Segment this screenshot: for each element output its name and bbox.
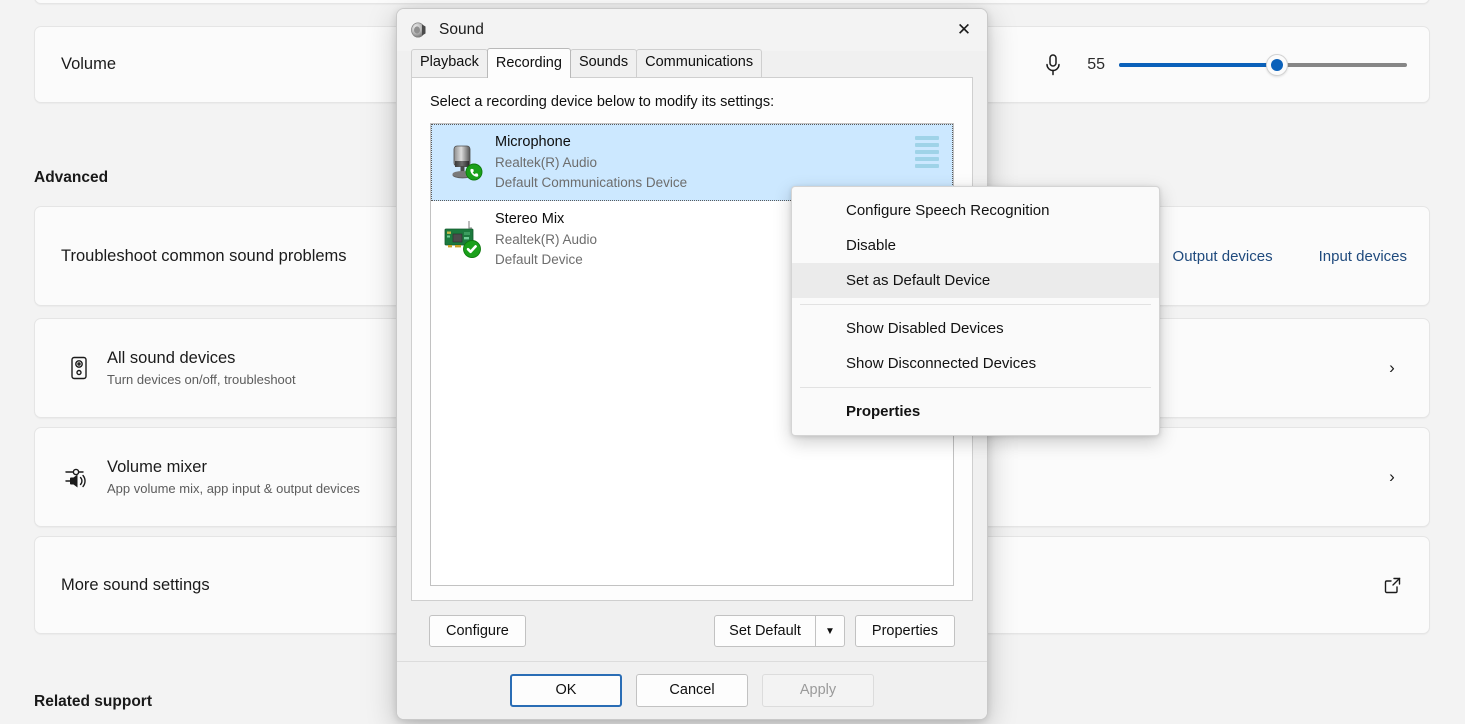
device-name: Microphone [495,134,571,150]
speaker-icon [409,20,429,40]
properties-button[interactable]: Properties [854,615,955,647]
device-description: Realtek(R) Audio [495,155,598,171]
dialog-tabs: Playback Recording Sounds Communications [397,48,987,78]
external-link-icon[interactable] [1377,576,1407,595]
troubleshoot-title: Troubleshoot common sound problems [61,246,347,265]
menu-item-set-as-default-device[interactable]: Set as Default Device [792,263,1159,298]
menu-separator [800,387,1151,388]
volume-mixer-icon [61,464,97,490]
cancel-button[interactable]: Cancel [636,674,748,707]
volume-slider-fill [1119,62,1278,67]
card-above-clipped [34,0,1430,4]
volume-slider-thumb[interactable] [1266,53,1289,76]
tab-recording[interactable]: Recording [486,48,571,78]
dialog-footer: OK Cancel Apply [397,661,987,719]
configure-button[interactable]: Configure [429,615,526,647]
dialog-title: Sound [439,21,484,38]
menu-item-show-disabled-devices[interactable]: Show Disabled Devices [792,311,1159,346]
advanced-heading: Advanced [34,169,109,186]
dialog-action-buttons: Configure Set Default ▼ Properties [411,601,973,661]
tab-playback[interactable]: Playback [411,49,488,77]
microphone-device-icon [439,138,489,186]
troubleshoot-links: Output devices Input devices [1173,248,1407,265]
device-texts: Microphone Realtek(R) Audio Default Comm… [489,132,915,193]
link-output-devices[interactable]: Output devices [1173,248,1273,265]
volume-slider-group: 55 [1041,52,1407,78]
menu-item-show-disconnected-devices[interactable]: Show Disconnected Devices [792,346,1159,381]
more-sound-settings-title: More sound settings [61,575,210,594]
chevron-right-icon[interactable]: › [1377,467,1407,487]
close-icon[interactable]: ✕ [941,9,987,51]
menu-item-configure-speech-recognition[interactable]: Configure Speech Recognition [792,193,1159,228]
volume-value: 55 [1087,55,1105,73]
microphone-icon [1041,52,1065,78]
speaker-icon [61,355,97,381]
volume-label: Volume [61,55,117,73]
link-input-devices[interactable]: Input devices [1319,248,1407,265]
volume-slider[interactable] [1119,53,1407,76]
set-default-button[interactable]: Set Default [715,616,816,646]
device-context-menu: Configure Speech Recognition Disable Set… [791,186,1160,436]
audio-level-meter [915,136,939,168]
menu-item-disable[interactable]: Disable [792,228,1159,263]
related-support-heading: Related support [34,693,152,710]
apply-button: Apply [762,674,874,707]
menu-item-properties[interactable]: Properties [792,394,1159,429]
sound-card-icon [439,215,489,263]
panel-prompt: Select a recording device below to modif… [430,94,775,110]
menu-separator [800,304,1151,305]
tab-communications[interactable]: Communications [636,49,763,77]
chevron-right-icon[interactable]: › [1377,358,1407,378]
chevron-down-icon[interactable]: ▼ [816,616,844,646]
dialog-titlebar[interactable]: Sound ✕ [397,9,987,51]
ok-button[interactable]: OK [510,674,622,707]
set-default-split-button[interactable]: Set Default ▼ [714,615,845,647]
tab-sounds[interactable]: Sounds [569,49,638,77]
